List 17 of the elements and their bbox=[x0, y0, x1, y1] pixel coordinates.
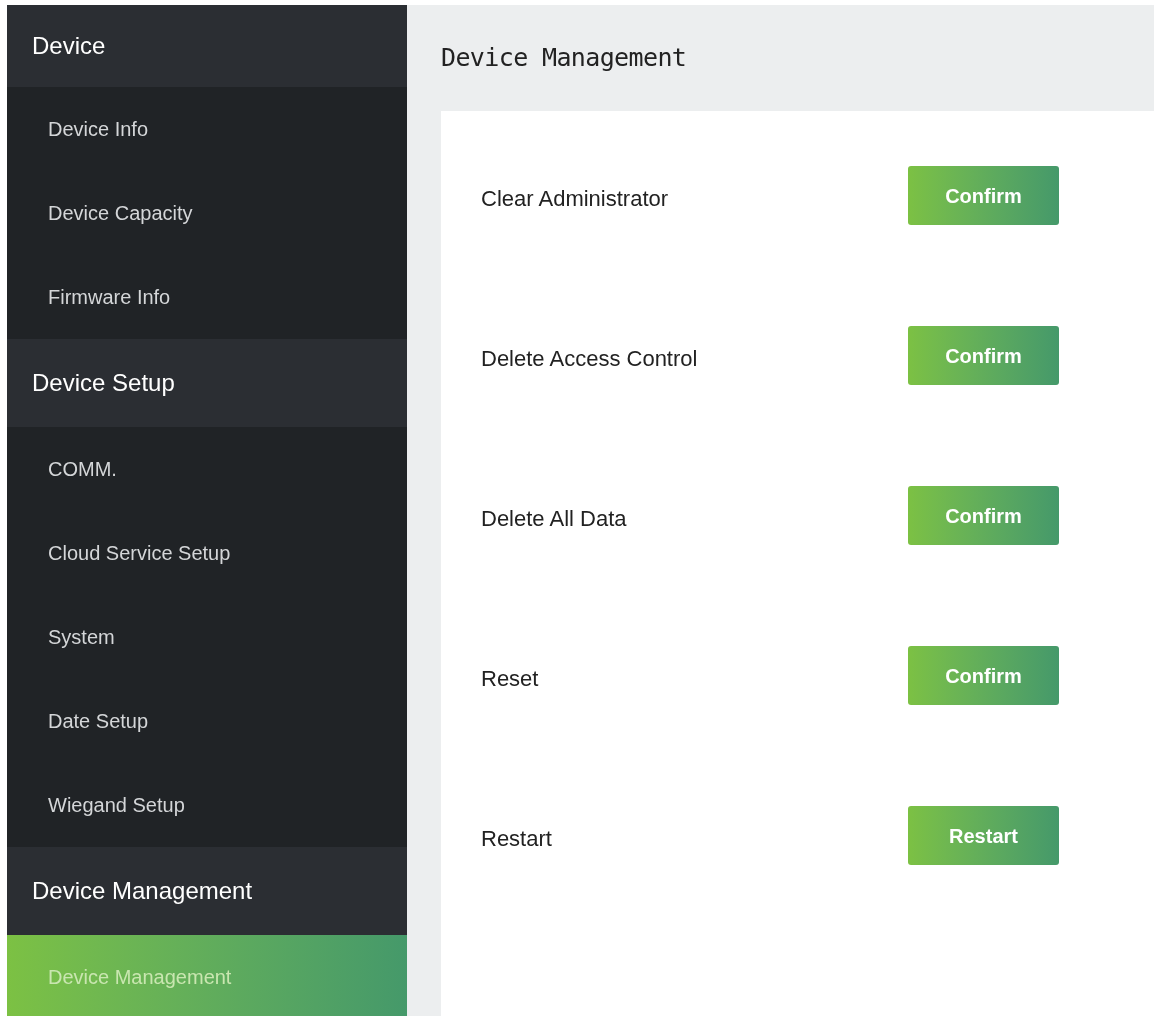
page-title: Device Management bbox=[441, 42, 687, 75]
sidebar-item[interactable]: COMM. bbox=[7, 427, 407, 511]
action-label: Restart bbox=[481, 825, 553, 853]
sidebar-item[interactable]: Wiegand Setup bbox=[7, 763, 407, 847]
sidebar-item[interactable]: Device Info bbox=[7, 87, 407, 171]
action-label: Clear Administrator bbox=[481, 185, 670, 213]
sidebar-item[interactable]: Device Capacity bbox=[7, 171, 407, 255]
action-label: Delete Access Control bbox=[481, 345, 699, 373]
sidebar-item[interactable]: Cloud Service Setup bbox=[7, 511, 407, 595]
action-label: Reset bbox=[481, 665, 540, 693]
sidebar-section-header: Device Management bbox=[7, 847, 407, 935]
sidebar-section-header: Device bbox=[7, 5, 407, 87]
sidebar-item[interactable]: Firmware Info bbox=[7, 255, 407, 339]
sidebar-section-header: Device Setup bbox=[7, 339, 407, 427]
sidebar-item[interactable]: Date Setup bbox=[7, 679, 407, 763]
action-label: Delete All Data bbox=[481, 505, 628, 533]
sidebar-item[interactable]: System bbox=[7, 595, 407, 679]
